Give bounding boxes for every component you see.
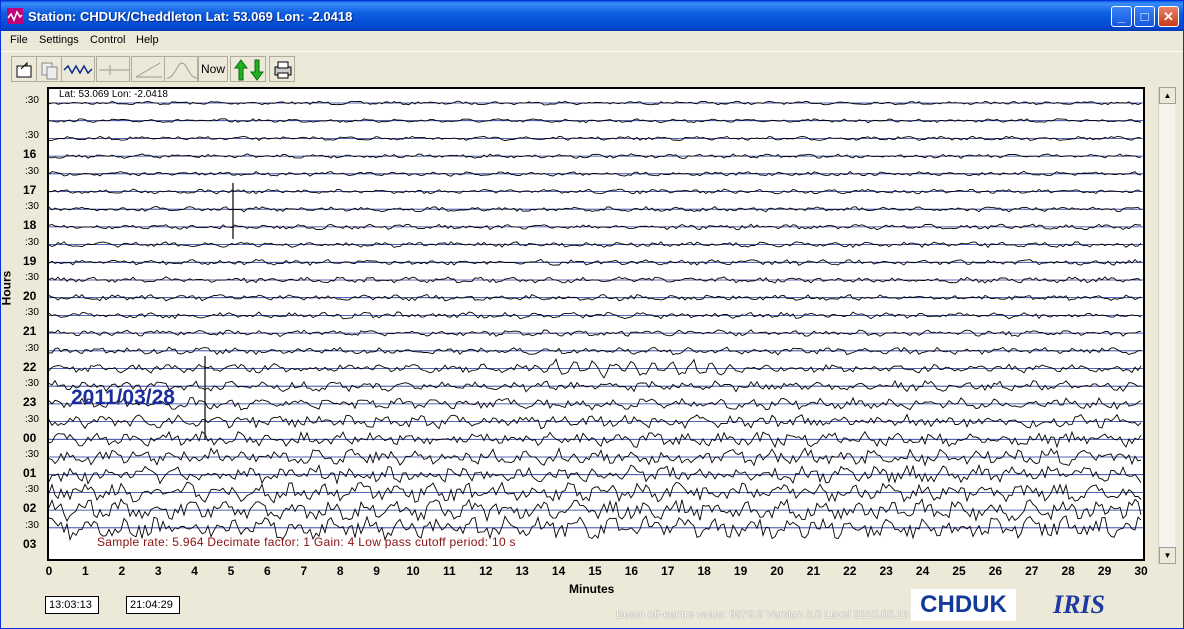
hour-label: 16 <box>23 147 37 162</box>
minute-tick-label: 23 <box>879 564 893 578</box>
minute-tick-label: 27 <box>1025 564 1039 578</box>
hour-label: 18 <box>23 218 37 233</box>
minute-tick-label: 17 <box>661 564 675 578</box>
hour-label: 01 <box>23 466 37 480</box>
menu-settings[interactable]: Settings <box>39 34 79 46</box>
minutes-axis-title: Minutes <box>569 582 615 596</box>
flat-trace-icon[interactable] <box>96 56 130 82</box>
minute-tick-label: 0 <box>45 564 53 578</box>
up-down-arrows-icon[interactable] <box>230 56 266 82</box>
minute-tick-label: 22 <box>843 564 857 578</box>
minute-tick-label: 21 <box>806 564 821 578</box>
hour-label: 02 <box>23 501 37 516</box>
vertical-scrollbar[interactable]: ▲ ▼ <box>1158 87 1176 564</box>
hour-label: 00 <box>23 430 37 445</box>
half-hour-label: :30 <box>25 165 39 177</box>
menu-file[interactable]: File <box>10 34 28 46</box>
hour-label: 19 <box>23 253 37 268</box>
minute-tick-label: 19 <box>733 564 748 578</box>
sample-info: Sample rate: 5.964 Decimate factor: 1 Ga… <box>97 535 516 549</box>
hour-label: 21 <box>23 324 37 339</box>
minute-tick-label: 8 <box>336 564 344 578</box>
minute-tick-label: 29 <box>1097 564 1112 578</box>
scroll-up-icon[interactable]: ▲ <box>1159 87 1176 104</box>
half-hour-label: :30 <box>25 130 39 142</box>
menu-control[interactable]: Control <box>90 34 125 46</box>
print-icon[interactable] <box>269 56 295 82</box>
minute-tick-label: 7 <box>300 564 308 578</box>
close-button[interactable]: ✕ <box>1158 6 1179 27</box>
scroll-down-icon[interactable]: ▼ <box>1159 547 1176 564</box>
minute-tick-label: 25 <box>952 564 966 578</box>
half-hour-label: :30 <box>25 449 39 460</box>
minute-tick-label: 26 <box>988 564 1003 578</box>
menu-help[interactable]: Help <box>136 34 159 46</box>
time-field-end[interactable]: 21:04:29 <box>126 596 180 614</box>
seismogram-plot[interactable]: Lat: 53.069 Lon: -2.0418 2011/03/28 Samp… <box>47 87 1145 561</box>
half-hour-label: :30 <box>25 519 39 531</box>
hour-label: 20 <box>23 289 37 303</box>
app-seismograph-icon <box>7 8 23 24</box>
half-hour-label: :30 <box>25 272 39 283</box>
minute-tick-label: 1 <box>82 564 89 578</box>
title-bar[interactable]: Station: CHDUK/Cheddleton Lat: 53.069 Lo… <box>1 1 1183 31</box>
minute-tick-label: 10 <box>406 564 420 578</box>
minute-tick-label: 5 <box>227 564 235 578</box>
half-hour-label: :30 <box>25 95 39 106</box>
minute-tick-label: 28 <box>1061 564 1075 578</box>
bell-curve-icon[interactable] <box>164 56 198 82</box>
half-hour-label: :30 <box>25 378 39 390</box>
minute-tick-label: 30 <box>1134 564 1148 578</box>
now-button[interactable]: Now <box>198 56 228 82</box>
toolbar: Now <box>1 51 1183 85</box>
time-field-start[interactable]: 13:03:13 <box>45 596 99 614</box>
app-window: Station: CHDUK/Cheddleton Lat: 53.069 Lo… <box>0 0 1184 629</box>
half-hour-label: :30 <box>25 307 39 319</box>
hour-label: 23 <box>23 395 37 410</box>
ramp-icon[interactable] <box>131 56 165 82</box>
minute-tick-label: 14 <box>551 564 566 578</box>
open-file-icon[interactable] <box>11 56 37 82</box>
trace-line <box>49 223 1141 231</box>
minute-tick-label: 20 <box>770 564 784 578</box>
date-label: 2011/03/28 <box>71 386 175 409</box>
minute-tick-label: 13 <box>515 564 529 578</box>
half-hour-label: :30 <box>25 342 39 354</box>
iris-logo: IRIS <box>1052 590 1106 619</box>
minute-tick-label: 3 <box>154 564 162 578</box>
minute-tick-label: 2 <box>118 564 126 578</box>
minute-tick-label: 16 <box>624 564 639 578</box>
hour-label: 17 <box>23 182 37 197</box>
latlon-label: Lat: 53.069 Lon: -2.0418 <box>59 89 168 100</box>
beam-status: Beam off-centre value: 9579.9 Version 3.… <box>616 609 909 621</box>
hour-label: 22 <box>23 359 37 374</box>
minute-tick-label: 15 <box>588 564 602 578</box>
minute-tick-label: 9 <box>373 564 380 578</box>
window-title: Station: CHDUK/Cheddleton Lat: 53.069 Lo… <box>28 9 353 24</box>
minute-tick-label: 24 <box>915 564 930 578</box>
copy-icon[interactable] <box>36 56 62 82</box>
half-hour-label: :30 <box>25 413 39 425</box>
minute-tick-label: 11 <box>443 564 456 578</box>
hours-axis-title: Hours <box>0 270 14 306</box>
half-hour-label: :30 <box>25 236 39 248</box>
seismogram-traces <box>49 100 1143 542</box>
minute-tick-label: 18 <box>697 564 711 578</box>
minute-tick-label: 4 <box>191 564 198 578</box>
half-hour-label: :30 <box>25 484 39 496</box>
menu-bar: File Settings Control Help <box>1 31 1183 50</box>
hour-label: 03 <box>23 536 37 551</box>
maximize-button[interactable]: □ <box>1134 6 1155 27</box>
waveform-icon[interactable] <box>61 56 95 82</box>
half-hour-label: :30 <box>25 201 39 213</box>
minute-tick-label: 6 <box>264 564 271 578</box>
station-logo: CHDUK <box>911 589 1016 621</box>
minimize-button[interactable]: _ <box>1111 6 1132 27</box>
minute-tick-label: 12 <box>479 564 493 578</box>
